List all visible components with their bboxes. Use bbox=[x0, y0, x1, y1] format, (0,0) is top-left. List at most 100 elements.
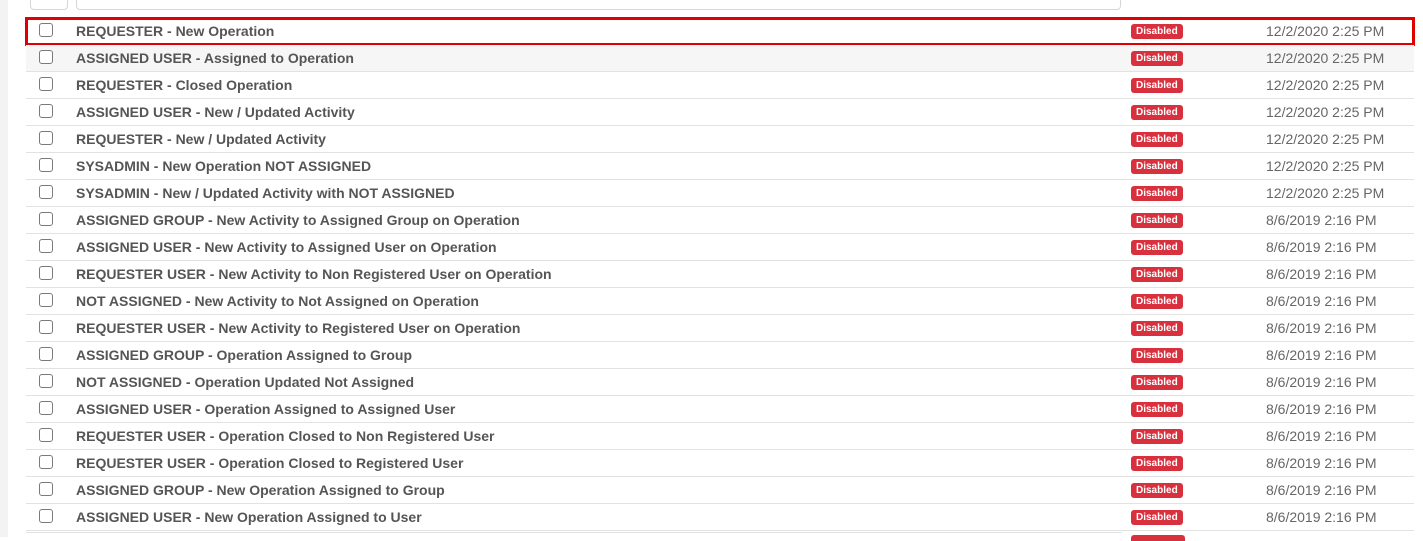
status-badge: Disabled bbox=[1131, 294, 1183, 309]
row-date: 8/6/2019 2:16 PM bbox=[1266, 266, 1377, 282]
row-checkbox[interactable] bbox=[39, 77, 53, 91]
row-date: 8/6/2019 2:16 PM bbox=[1266, 347, 1377, 363]
row-name-link[interactable]: ASSIGNED USER - Assigned to Operation bbox=[76, 50, 354, 66]
row-date: 12/2/2020 2:25 PM bbox=[1266, 77, 1385, 93]
row-checkbox[interactable] bbox=[39, 374, 53, 388]
row-name-link[interactable]: NOT ASSIGNED - New Activity to Not Assig… bbox=[76, 293, 479, 309]
table-row[interactable]: ASSIGNED USER - Operation Assigned to As… bbox=[26, 396, 1414, 423]
status-badge: Disabled bbox=[1131, 375, 1183, 390]
row-checkbox[interactable] bbox=[39, 455, 53, 469]
status-badge: Disabled bbox=[1131, 159, 1183, 174]
row-name-link[interactable]: REQUESTER - New / Updated Activity bbox=[76, 131, 326, 147]
left-gutter bbox=[0, 0, 8, 537]
table-row[interactable]: SYSADMIN - New Operation NOT ASSIGNED Dis… bbox=[26, 153, 1414, 180]
status-badge: Disabled bbox=[1131, 456, 1183, 471]
row-name-link[interactable]: REQUESTER USER - New Activity to Non Reg… bbox=[76, 266, 552, 282]
row-name-link[interactable]: ASSIGNED USER - Operation Assigned to As… bbox=[76, 401, 455, 417]
table-row[interactable]: ASSIGNED GROUP - New Activity to Assigne… bbox=[26, 207, 1414, 234]
row-date: 8/6/2019 2:16 PM bbox=[1266, 212, 1377, 228]
row-checkbox[interactable] bbox=[39, 158, 53, 172]
table-row[interactable]: ASSIGNED USER - New Operation Assigned t… bbox=[26, 504, 1414, 531]
row-name-link[interactable]: SYSADMIN - New Operation NOT ASSIGNED bbox=[76, 158, 371, 174]
row-name-link[interactable]: ASSIGNED GROUP - New Activity to Assigne… bbox=[76, 212, 520, 228]
select-all-button[interactable] bbox=[30, 0, 68, 10]
search-input[interactable] bbox=[76, 0, 1121, 10]
status-badge: Disabled bbox=[1131, 51, 1183, 66]
row-name-link[interactable]: SYSADMIN - New / Updated Activity with N… bbox=[76, 185, 455, 201]
row-date: 8/6/2019 2:16 PM bbox=[1266, 320, 1377, 336]
notification-list: REQUESTER - New Operation Disabled 12/2/20… bbox=[25, 17, 1415, 531]
status-badge: Disabled bbox=[1131, 186, 1183, 201]
table-row[interactable]: REQUESTER USER - Operation Closed to Reg… bbox=[26, 450, 1414, 477]
row-name-link[interactable]: REQUESTER - Closed Operation bbox=[76, 77, 292, 93]
row-name-link[interactable]: NOT ASSIGNED - Operation Updated Not Ass… bbox=[76, 374, 414, 390]
table-row[interactable]: ASSIGNED USER - New Activity to Assigned… bbox=[26, 234, 1414, 261]
row-checkbox[interactable] bbox=[39, 509, 53, 523]
row-date: 12/2/2020 2:25 PM bbox=[1266, 23, 1385, 39]
table-row[interactable]: NOT ASSIGNED - Operation Updated Not Ass… bbox=[26, 369, 1414, 396]
status-badge: Disabled bbox=[1131, 510, 1183, 525]
row-date: 8/6/2019 2:16 PM bbox=[1266, 428, 1377, 444]
row-checkbox[interactable] bbox=[39, 185, 53, 199]
table-row[interactable]: REQUESTER - New Operation Disabled 12/2/20… bbox=[25, 17, 1415, 46]
table-row[interactable]: NOT ASSIGNED - New Activity to Not Assig… bbox=[26, 288, 1414, 315]
status-badge: Disabled bbox=[1131, 321, 1183, 336]
row-date: 8/6/2019 2:16 PM bbox=[1266, 293, 1377, 309]
row-date: 8/6/2019 2:16 PM bbox=[1266, 482, 1377, 498]
row-name-link[interactable]: REQUESTER - New Operation bbox=[76, 23, 274, 39]
row-checkbox[interactable] bbox=[39, 131, 53, 145]
row-name-link[interactable]: ASSIGNED GROUP - Operation Assigned to G… bbox=[76, 347, 412, 363]
row-checkbox[interactable] bbox=[39, 104, 53, 118]
status-badge: Disabled bbox=[1131, 213, 1183, 228]
status-badge-partial bbox=[1131, 535, 1185, 541]
row-date: 8/6/2019 2:16 PM bbox=[1266, 455, 1377, 471]
row-checkbox[interactable] bbox=[39, 401, 53, 415]
row-name-link[interactable]: REQUESTER USER - New Activity to Registe… bbox=[76, 320, 520, 336]
status-badge: Disabled bbox=[1131, 132, 1183, 147]
row-name-link[interactable]: ASSIGNED USER - New Operation Assigned t… bbox=[76, 509, 422, 525]
row-date: 8/6/2019 2:16 PM bbox=[1266, 401, 1377, 417]
row-checkbox[interactable] bbox=[39, 347, 53, 361]
row-checkbox[interactable] bbox=[39, 428, 53, 442]
status-badge: Disabled bbox=[1131, 267, 1183, 282]
row-date: 8/6/2019 2:16 PM bbox=[1266, 239, 1377, 255]
row-date: 8/6/2019 2:16 PM bbox=[1266, 374, 1377, 390]
table-row[interactable]: SYSADMIN - New / Updated Activity with N… bbox=[26, 180, 1414, 207]
table-row[interactable]: ASSIGNED GROUP - New Operation Assigned … bbox=[26, 477, 1414, 504]
status-badge: Disabled bbox=[1131, 402, 1183, 417]
table-row[interactable]: REQUESTER USER - New Activity to Non Reg… bbox=[26, 261, 1414, 288]
list-divider bbox=[26, 532, 1122, 534]
row-checkbox[interactable] bbox=[39, 212, 53, 226]
row-checkbox[interactable] bbox=[39, 50, 53, 64]
row-date: 12/2/2020 2:25 PM bbox=[1266, 131, 1385, 147]
status-badge: Disabled bbox=[1131, 105, 1183, 120]
row-name-link[interactable]: ASSIGNED USER - New Activity to Assigned… bbox=[76, 239, 497, 255]
row-date: 12/2/2020 2:25 PM bbox=[1266, 104, 1385, 120]
status-badge: Disabled bbox=[1131, 240, 1183, 255]
status-badge: Disabled bbox=[1131, 348, 1183, 363]
row-name-link[interactable]: ASSIGNED GROUP - New Operation Assigned … bbox=[76, 482, 445, 498]
table-row[interactable]: ASSIGNED USER - Assigned to Operation Dis… bbox=[26, 45, 1414, 72]
row-date: 12/2/2020 2:25 PM bbox=[1266, 185, 1385, 201]
row-date: 12/2/2020 2:25 PM bbox=[1266, 158, 1385, 174]
row-checkbox[interactable] bbox=[39, 320, 53, 334]
row-checkbox[interactable] bbox=[39, 293, 53, 307]
row-checkbox[interactable] bbox=[39, 266, 53, 280]
row-date: 8/6/2019 2:16 PM bbox=[1266, 509, 1377, 525]
row-checkbox[interactable] bbox=[39, 482, 53, 496]
row-name-link[interactable]: REQUESTER USER - Operation Closed to Reg… bbox=[76, 455, 463, 471]
top-toolbar bbox=[0, 0, 1423, 16]
row-name-link[interactable]: ASSIGNED USER - New / Updated Activity bbox=[76, 104, 355, 120]
table-row[interactable]: REQUESTER USER - Operation Closed to Non… bbox=[26, 423, 1414, 450]
status-badge: Disabled bbox=[1131, 429, 1183, 444]
status-badge: Disabled bbox=[1131, 483, 1183, 498]
table-row[interactable]: REQUESTER - Closed Operation Disabled 12/2… bbox=[26, 72, 1414, 99]
row-checkbox[interactable] bbox=[39, 239, 53, 253]
table-row[interactable]: ASSIGNED USER - New / Updated Activity Di… bbox=[26, 99, 1414, 126]
table-row[interactable]: REQUESTER - New / Updated Activity Disabl… bbox=[26, 126, 1414, 153]
status-badge: Disabled bbox=[1131, 24, 1183, 39]
row-name-link[interactable]: REQUESTER USER - Operation Closed to Non… bbox=[76, 428, 495, 444]
row-checkbox[interactable] bbox=[39, 23, 53, 37]
table-row[interactable]: REQUESTER USER - New Activity to Registe… bbox=[26, 315, 1414, 342]
table-row[interactable]: ASSIGNED GROUP - Operation Assigned to G… bbox=[26, 342, 1414, 369]
